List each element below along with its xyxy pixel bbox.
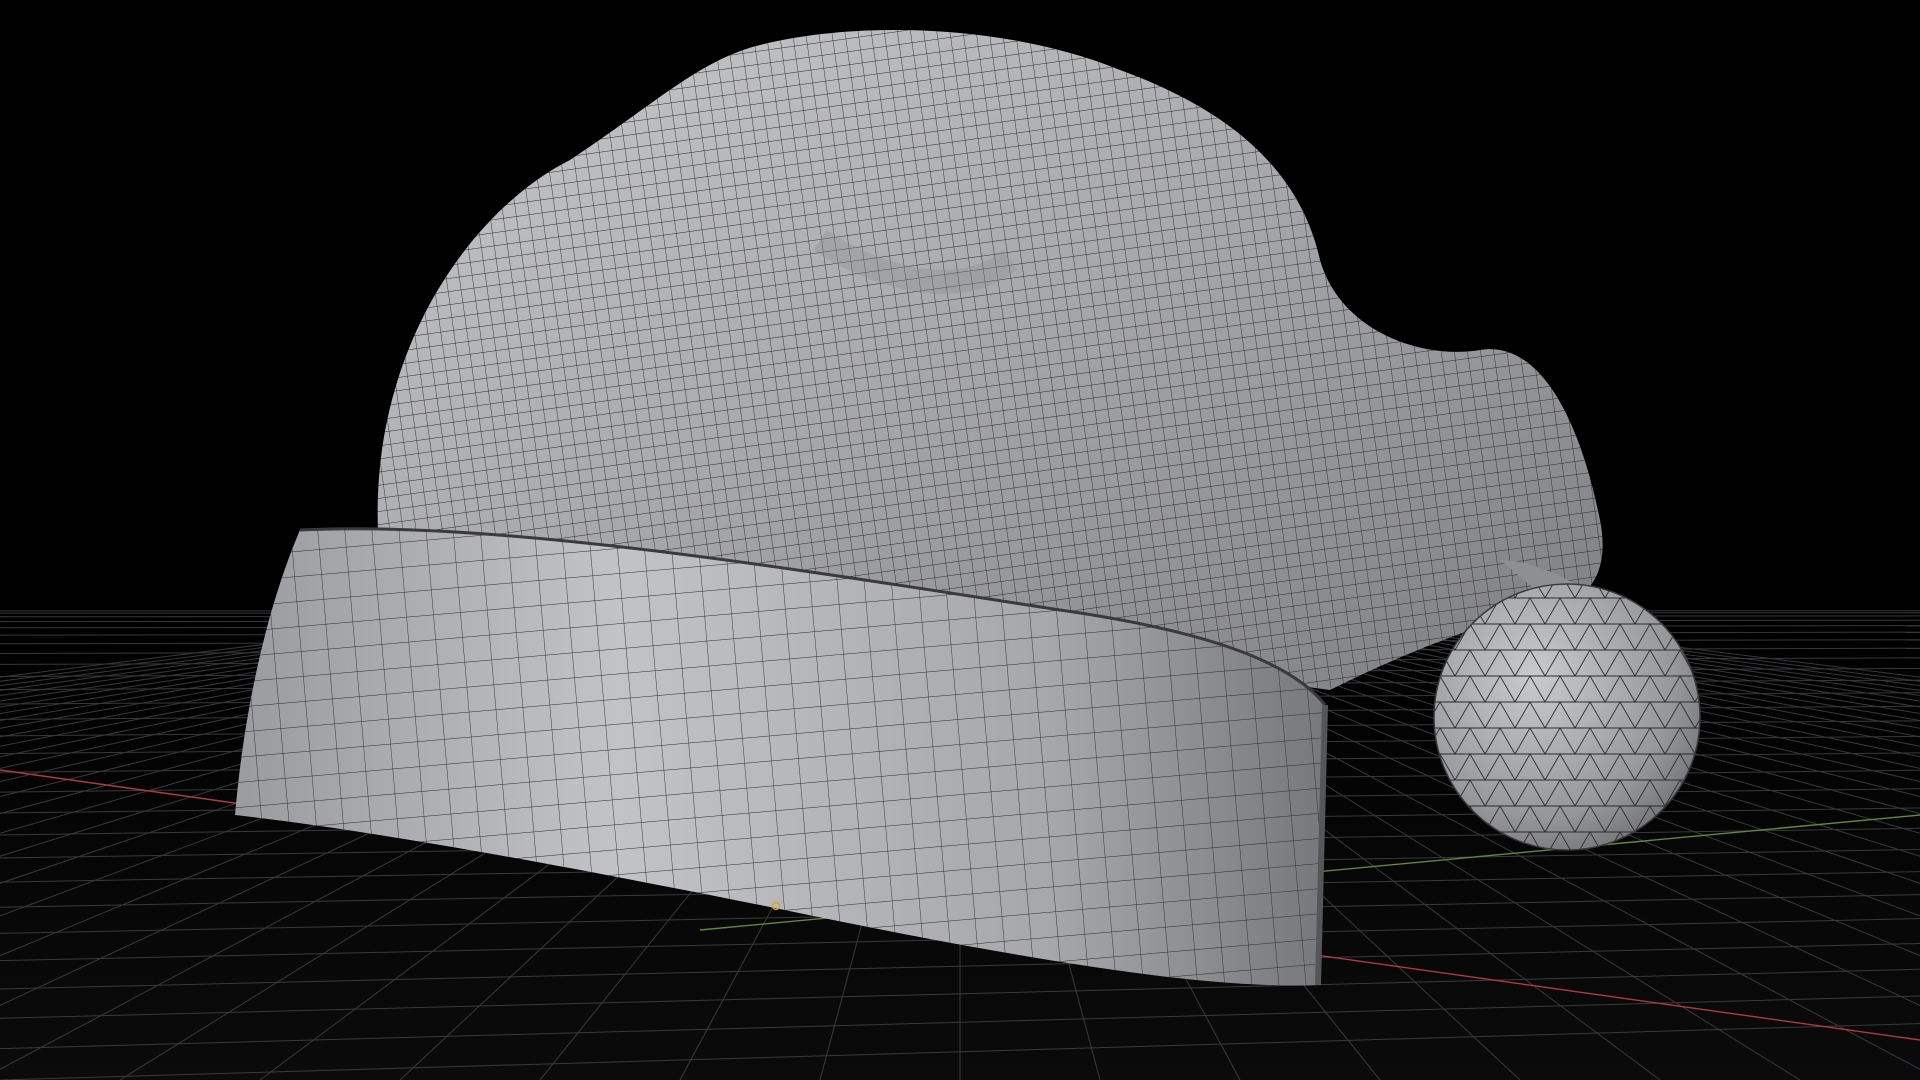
viewport-scene[interactable] <box>0 0 1920 1080</box>
3d-viewport[interactable] <box>0 0 1920 1080</box>
